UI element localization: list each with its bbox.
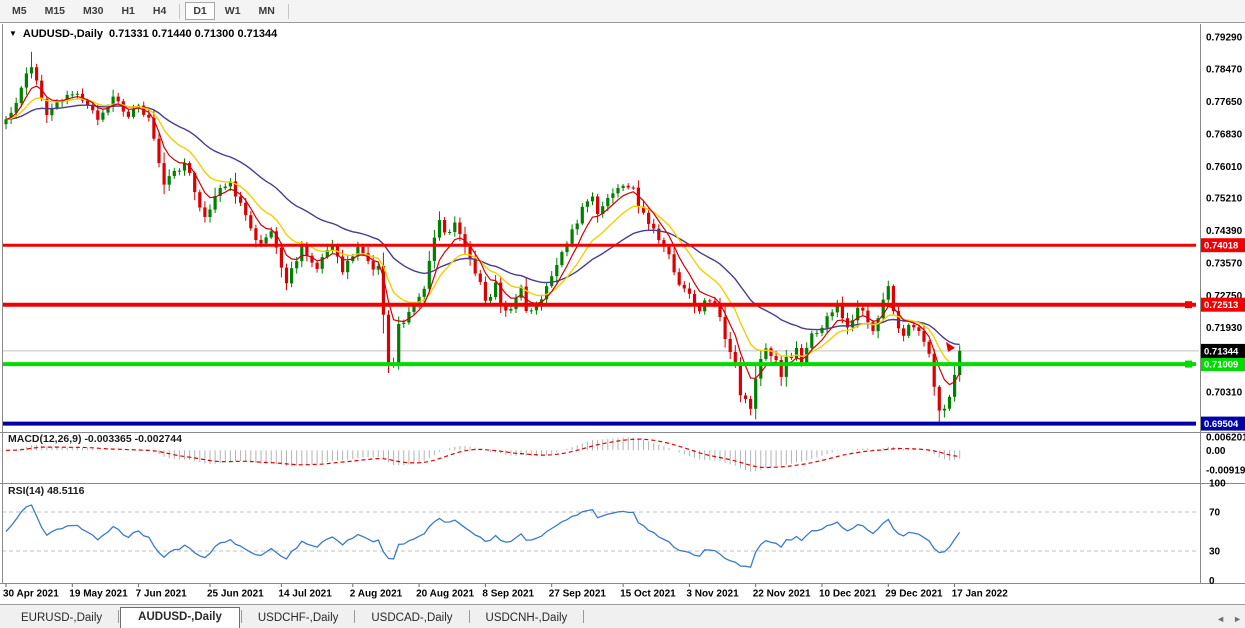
svg-text:17 Jan 2022: 17 Jan 2022 — [952, 589, 1009, 600]
svg-text:0: 0 — [1209, 576, 1215, 587]
scroll-left-icon[interactable]: ◄ — [1216, 615, 1225, 624]
timeframe-toolbar: M5M15M30H1H4 D1W1MN — [0, 0, 1245, 23]
timeframe-w1-button[interactable]: W1 — [217, 2, 249, 20]
svg-text:0.70310: 0.70310 — [1206, 387, 1243, 398]
rsi-indicator-label: RSI(14) 48.5116 — [8, 485, 84, 497]
svg-text:25 Jun 2021: 25 Jun 2021 — [207, 589, 264, 600]
svg-text:0.006201: 0.006201 — [1206, 433, 1245, 444]
tab-separator — [583, 610, 584, 623]
svg-text:19 May 2021: 19 May 2021 — [69, 589, 128, 600]
tab-usdcnh[interactable]: USDCNH-,Daily — [471, 609, 583, 628]
chart-area[interactable]: 0.79290 0.78470 0.77650 0.76830 0.76010 0.752… — [0, 0, 1245, 628]
svg-text:0.72513: 0.72513 — [1204, 300, 1238, 311]
timeframe-m30-button[interactable]: M30 — [75, 2, 111, 20]
chart-title: ▼ AUDUSD-,Daily 0.71331 0.71440 0.71300 … — [9, 28, 277, 40]
svg-text:0.77650: 0.77650 — [1206, 97, 1243, 108]
timeframe-m5-button[interactable]: M5 — [4, 2, 35, 20]
timeframe-h1-button[interactable]: H1 — [113, 2, 142, 20]
tab-usdcad[interactable]: USDCAD-,Daily — [356, 609, 467, 628]
svg-text:15 Oct 2021: 15 Oct 2021 — [620, 589, 676, 600]
svg-text:14 Jul 2021: 14 Jul 2021 — [278, 589, 332, 600]
svg-text:0.76010: 0.76010 — [1206, 162, 1243, 173]
svg-text:27 Sep 2021: 27 Sep 2021 — [549, 589, 607, 600]
symbol-tabbar: EURUSD-,DailyAUDUSD-,DailyUSDCHF-,DailyU… — [0, 604, 1245, 628]
tab-eurusd[interactable]: EURUSD-,Daily — [6, 609, 117, 628]
svg-text:0.73570: 0.73570 — [1206, 258, 1243, 269]
tab-usdchf[interactable]: USDCHF-,Daily — [243, 609, 354, 628]
svg-text:70: 70 — [1209, 508, 1221, 519]
chart-ohlc-values: 0.71331 0.71440 0.71300 0.71344 — [109, 28, 277, 40]
svg-text:30: 30 — [1209, 547, 1221, 558]
svg-text:100: 100 — [1209, 478, 1226, 489]
tabbar-scroll: ◄ ► — [1216, 615, 1242, 624]
toolbar-separator — [288, 4, 289, 19]
svg-text:0.79290: 0.79290 — [1206, 32, 1243, 43]
svg-text:0.74390: 0.74390 — [1206, 226, 1243, 237]
svg-text:10 Dec 2021: 10 Dec 2021 — [819, 589, 877, 600]
svg-text:0.71344: 0.71344 — [1204, 346, 1239, 357]
timeframe-m15-button[interactable]: M15 — [37, 2, 73, 20]
macd-indicator-label: MACD(12,26,9) -0.003365 -0.002744 — [8, 433, 182, 445]
scroll-right-icon[interactable]: ► — [1233, 615, 1242, 624]
tab-separator — [469, 610, 470, 623]
timeframe-d1-button[interactable]: D1 — [185, 2, 214, 20]
toolbar-separator — [179, 4, 180, 19]
svg-text:0.71930: 0.71930 — [1206, 323, 1243, 334]
svg-text:22 Nov 2021: 22 Nov 2021 — [753, 589, 811, 600]
svg-text:0.74018: 0.74018 — [1204, 241, 1238, 252]
chart-dropdown-icon[interactable]: ▼ — [9, 30, 17, 38]
svg-text:7 Jun 2021: 7 Jun 2021 — [136, 589, 188, 600]
tab-separator — [118, 610, 119, 623]
svg-text:3 Nov 2021: 3 Nov 2021 — [686, 589, 739, 600]
svg-text:2 Aug 2021: 2 Aug 2021 — [350, 589, 403, 600]
tab-audusd[interactable]: AUDUSD-,Daily — [120, 607, 240, 628]
chart-symbol-label: AUDUSD-,Daily — [23, 28, 103, 40]
svg-text:0.69504: 0.69504 — [1204, 419, 1239, 430]
chart-svg[interactable]: 0.79290 0.78470 0.77650 0.76830 0.76010 0.752… — [0, 0, 1245, 628]
svg-text:-0.009197: -0.009197 — [1206, 466, 1245, 477]
timeframe-mn-button[interactable]: MN — [251, 2, 283, 20]
svg-text:20 Aug 2021: 20 Aug 2021 — [416, 589, 474, 600]
svg-text:8 Sep 2021: 8 Sep 2021 — [482, 589, 534, 600]
svg-text:0.76830: 0.76830 — [1206, 130, 1243, 141]
svg-text:0.78470: 0.78470 — [1206, 65, 1243, 76]
svg-text:0.00: 0.00 — [1206, 446, 1226, 457]
svg-text:0.71009: 0.71009 — [1204, 360, 1238, 371]
svg-text:0.75210: 0.75210 — [1206, 194, 1243, 205]
timeframe-h4-button[interactable]: H4 — [145, 2, 174, 20]
svg-text:29 Dec 2021: 29 Dec 2021 — [885, 589, 943, 600]
tab-separator — [354, 610, 355, 623]
tab-separator — [241, 610, 242, 623]
timeframe-buttons: M5M15M30H1H4 D1W1MN — [3, 2, 293, 20]
svg-text:30 Apr 2021: 30 Apr 2021 — [3, 589, 59, 600]
